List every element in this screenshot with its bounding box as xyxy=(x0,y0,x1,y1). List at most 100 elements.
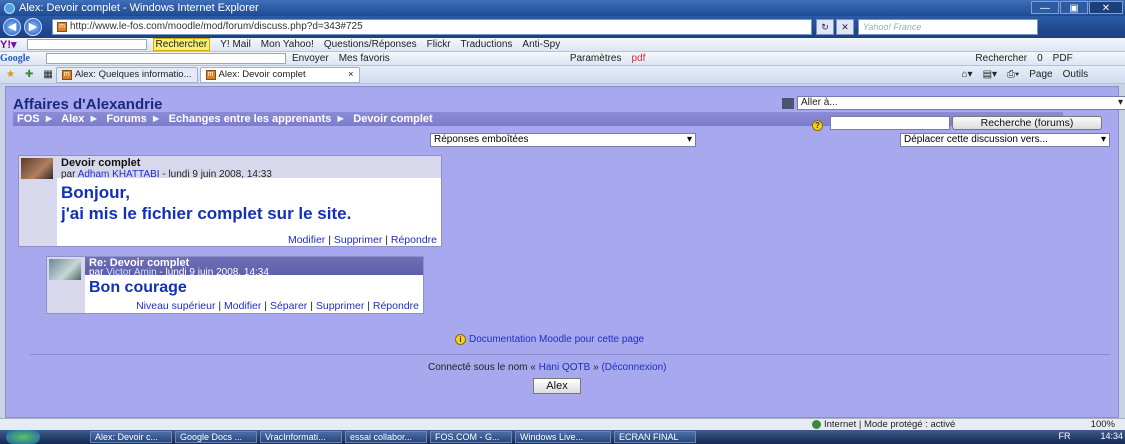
url-field[interactable]: m http://www.le-fos.com/moodle/mod/forum… xyxy=(52,19,812,35)
avatar[interactable] xyxy=(21,158,53,179)
yahoo-search-input[interactable] xyxy=(26,39,147,50)
close-button[interactable]: ✕ xyxy=(1089,1,1123,14)
google-search-input[interactable] xyxy=(46,53,286,64)
questions-link[interactable]: Questions/Réponses xyxy=(324,39,417,50)
print-icon[interactable]: ⎙▾ xyxy=(1007,69,1019,80)
post-header: Devoir complet par Adham KHATTABI - lund… xyxy=(57,156,441,180)
favorites-star-icon[interactable]: ★ xyxy=(6,69,15,80)
page-menu[interactable]: Page xyxy=(1029,69,1052,80)
move-discussion-value: Déplacer cette discussion vers... xyxy=(904,134,1048,145)
forum-search-button[interactable]: Recherche (forums) xyxy=(952,116,1102,130)
back-button[interactable]: ◀ xyxy=(3,18,21,36)
chevron-down-icon: ▾ xyxy=(1117,97,1123,108)
post-subject: Devoir complet xyxy=(61,157,141,169)
refresh-icon[interactable]: ↻ xyxy=(816,19,834,35)
help-icon[interactable]: ? xyxy=(812,120,823,131)
reply-link[interactable]: Répondre xyxy=(391,234,437,246)
move-discussion-select[interactable]: Déplacer cette discussion vers... ▾ xyxy=(900,133,1110,147)
parametres-button[interactable]: Paramètres xyxy=(570,53,622,64)
moodle-docs-link[interactable]: i Documentation Moodle pour cette page xyxy=(455,334,644,345)
clock[interactable]: 14:34 xyxy=(1100,431,1123,441)
tools-menu[interactable]: Outils xyxy=(1063,69,1089,80)
post-byline: par Victor Amin - lundi 9 juin 2008, 14:… xyxy=(89,267,419,278)
quick-tabs-icon[interactable]: ▦ xyxy=(43,69,52,80)
traductions-link[interactable]: Traductions xyxy=(461,39,513,50)
breadcrumb-alex[interactable]: Alex xyxy=(61,113,84,125)
parent-link[interactable]: Niveau supérieur xyxy=(136,300,215,312)
post-author-link[interactable]: Victor Amin xyxy=(106,267,156,278)
tab-bar: ★ ✚ ▦ m Alex: Quelques informatio... m A… xyxy=(0,66,1125,84)
web-search-input[interactable]: Yahoo! France xyxy=(858,19,1038,35)
window-titlebar: Alex: Devoir complet - Windows Internet … xyxy=(0,0,1125,16)
feeds-icon[interactable]: ▤▾ xyxy=(983,69,997,80)
forward-button[interactable]: ▶ xyxy=(24,18,42,36)
byline-prefix: par xyxy=(61,169,76,180)
modify-link[interactable]: Modifier xyxy=(224,300,261,312)
forum-search-input[interactable] xyxy=(830,116,950,130)
taskbar-item[interactable]: essai collabor... xyxy=(345,431,427,443)
add-favorites-icon[interactable]: ✚ xyxy=(25,69,33,80)
breadcrumb-forums[interactable]: Forums xyxy=(106,113,146,125)
taskbar-item[interactable]: Alex: Devoir c... xyxy=(90,431,172,443)
taskbar-item[interactable]: FOS.COM - G... xyxy=(430,431,512,443)
google-toolbar: Google Envoyer Mes favoris Paramètres pd… xyxy=(0,52,1125,66)
zoom-level[interactable]: 100% xyxy=(1091,419,1115,430)
tab-quelques-informations[interactable]: m Alex: Quelques informatio... xyxy=(55,66,198,83)
post-message-line: Bon courage xyxy=(89,279,187,296)
post-author-link[interactable]: Adham KHATTABI xyxy=(78,169,160,180)
breadcrumb-echanges[interactable]: Echanges entre les apprenants xyxy=(169,113,332,125)
taskbar-item[interactable]: Google Docs ... xyxy=(175,431,257,443)
minimize-button[interactable]: — xyxy=(1031,1,1059,14)
site-title: Affaires d'Alexandrie xyxy=(13,96,163,113)
window-title: Alex: Devoir complet - Windows Internet … xyxy=(19,2,259,14)
language-indicator[interactable]: FR xyxy=(1058,431,1070,441)
pdf-button[interactable]: pdf xyxy=(632,53,646,64)
home-icon[interactable]: ⌂▾ xyxy=(962,69,973,80)
toolbar-pdf-button[interactable]: PDF xyxy=(1053,53,1073,64)
jump-select-value: Aller à... xyxy=(801,97,838,108)
mes-favoris-button[interactable]: Mes favoris xyxy=(339,53,390,64)
moodle-favicon-icon: m xyxy=(57,22,67,32)
tab-devoir-complet[interactable]: m Alex: Devoir complet × xyxy=(199,66,360,83)
footer-divider xyxy=(30,354,1110,355)
security-zone[interactable]: Internet | Mode protégé : activé xyxy=(812,419,955,430)
status-bar: Internet | Mode protégé : activé 100% xyxy=(0,418,1125,430)
taskbar: Alex: Devoir c... Google Docs ... VracIn… xyxy=(0,430,1125,444)
taskbar-item[interactable]: Windows Live... xyxy=(515,431,611,443)
maximize-button[interactable]: ▣ xyxy=(1060,1,1088,14)
yahoo-logo-icon[interactable]: Y!▾ xyxy=(0,38,17,51)
byline-prefix: par xyxy=(89,267,104,278)
post-message-line: Bonjour, xyxy=(61,183,130,202)
post-date: - lundi 9 juin 2008, 14:33 xyxy=(162,169,272,180)
reply-link[interactable]: Répondre xyxy=(373,300,419,312)
taskbar-item[interactable]: VracInformati... xyxy=(260,431,342,443)
anti-spy-link[interactable]: Anti-Spy xyxy=(522,39,560,50)
course-home-button[interactable]: Alex xyxy=(533,378,581,394)
avatar[interactable] xyxy=(49,259,81,280)
forum-post: Devoir complet par Adham KHATTABI - lund… xyxy=(18,155,442,247)
toolbar-search-button[interactable]: Rechercher xyxy=(975,53,1027,64)
breadcrumb-fos[interactable]: FOS xyxy=(17,113,40,125)
login-prefix: Connecté sous le nom « xyxy=(428,362,536,373)
yahoo-search-button[interactable]: Rechercher xyxy=(152,38,211,51)
yahoo-mail-link[interactable]: Y! Mail xyxy=(220,39,251,50)
mon-yahoo-link[interactable]: Mon Yahoo! xyxy=(261,39,314,50)
start-button[interactable] xyxy=(6,430,40,444)
taskbar-item[interactable]: ECRAN FINAL xyxy=(614,431,696,443)
split-link[interactable]: Séparer xyxy=(270,300,307,312)
stop-icon[interactable]: ✕ xyxy=(836,19,854,35)
user-profile-link[interactable]: Hani QOTB xyxy=(539,362,591,373)
delete-link[interactable]: Supprimer xyxy=(334,234,382,246)
address-bar: ◀ ▶ m http://www.le-fos.com/moodle/mod/f… xyxy=(0,16,1125,38)
logout-link[interactable]: (Déconnexion) xyxy=(601,362,666,373)
display-mode-value: Réponses emboîtées xyxy=(434,134,529,145)
post-sidebar xyxy=(47,257,85,313)
breadcrumb-current: Devoir complet xyxy=(353,113,433,125)
modify-link[interactable]: Modifier xyxy=(288,234,325,246)
close-tab-icon[interactable]: × xyxy=(348,69,354,80)
envoyer-button[interactable]: Envoyer xyxy=(292,53,329,64)
flickr-link[interactable]: Flickr xyxy=(427,39,451,50)
jump-select[interactable]: Aller à... ▾ xyxy=(797,96,1125,110)
display-mode-select[interactable]: Réponses emboîtées ▾ xyxy=(430,133,696,147)
delete-link[interactable]: Supprimer xyxy=(316,300,364,312)
